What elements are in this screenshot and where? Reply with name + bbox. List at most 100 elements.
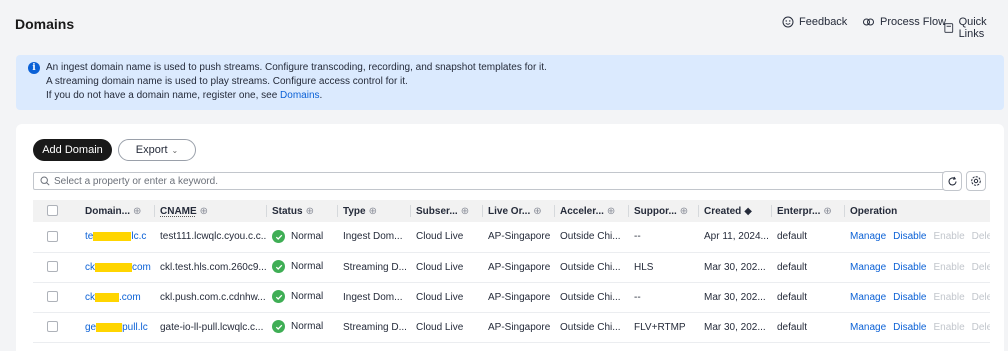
- column-header[interactable]: Type ⊕: [337, 200, 410, 222]
- enterprise-cell: default: [777, 261, 808, 273]
- column-header[interactable]: Enterpr... ⊕: [771, 200, 844, 222]
- column-header[interactable]: Live Or... ⊕: [482, 200, 554, 222]
- status-badge: Normal: [272, 230, 323, 243]
- cname-cell: test111.lcwqlc.cyou.c.c...: [160, 231, 266, 243]
- check-icon: [272, 260, 285, 274]
- manage-button[interactable]: Manage: [850, 262, 886, 273]
- type-cell: Ingest Dom...: [343, 291, 403, 303]
- row-checkbox[interactable]: [47, 231, 58, 243]
- add-domain-button[interactable]: Add Domain: [33, 139, 112, 161]
- support-cell: --: [634, 291, 641, 303]
- support-cell: FLV+RTMP: [634, 321, 686, 333]
- support-cell: --: [634, 231, 641, 243]
- notice-line-streaming: A streaming domain name is used to play …: [46, 76, 408, 87]
- created-cell: Mar 30, 202...: [704, 291, 766, 303]
- column-header: Operation: [844, 200, 990, 222]
- info-icon: i: [28, 62, 40, 74]
- column-header[interactable]: Created ◆: [698, 200, 771, 222]
- domain-link[interactable]: ck com: [85, 262, 151, 273]
- search-icon: [40, 176, 50, 186]
- filter-icon[interactable]: ⊕: [680, 206, 688, 217]
- process-flow-link[interactable]: Process Flow: [862, 16, 946, 28]
- filter-icon[interactable]: ⊕: [533, 206, 541, 217]
- acceleration-cell: Outside Chi...: [560, 291, 621, 303]
- search-bar[interactable]: [33, 172, 945, 190]
- filter-icon[interactable]: ⊕: [133, 206, 141, 217]
- enable-button: Enable: [933, 261, 965, 273]
- notice-line-register: If you do not have a domain name, regist…: [46, 90, 323, 101]
- enable-button: Enable: [933, 231, 965, 243]
- sort-icon[interactable]: ◆: [744, 206, 752, 217]
- type-cell: Streaming D...: [343, 261, 407, 273]
- operations-cell: Manage Disable Enable Delete: [844, 252, 990, 282]
- column-header[interactable]: Acceler... ⊕: [554, 200, 628, 222]
- column-header[interactable]: Subser... ⊕: [410, 200, 482, 222]
- notice-line-ingest: An ingest domain name is used to push st…: [46, 62, 547, 73]
- delete-button: Delete: [971, 231, 990, 243]
- domains-card: Add Domain Export ⌄ Domain...⊕ CNAME⊕ St…: [16, 124, 1004, 351]
- delete-button: Delete: [971, 261, 990, 273]
- filter-icon[interactable]: ⊕: [461, 206, 469, 217]
- quick-links-link[interactable]: Quick Links: [944, 16, 1008, 40]
- enable-button: Enable: [933, 321, 965, 333]
- row-checkbox[interactable]: [47, 261, 58, 273]
- refresh-button[interactable]: [942, 171, 962, 191]
- settings-button[interactable]: [966, 171, 986, 191]
- refresh-icon: [947, 176, 957, 185]
- page-title: Domains: [15, 16, 75, 32]
- column-header[interactable]: Domain... ⊕: [79, 200, 154, 222]
- select-all-checkbox[interactable]: [47, 205, 58, 217]
- redaction: [95, 292, 119, 302]
- quick-links-icon: [944, 23, 954, 33]
- region-cell: AP-Singapore: [488, 231, 551, 243]
- disable-button[interactable]: Disable: [893, 292, 926, 303]
- cname-cell: gate-io-ll-pull.lcwqlc.c...: [160, 321, 264, 333]
- cname-cell: ckl.test.hls.com.260c9...: [160, 261, 266, 273]
- domain-link[interactable]: te lc.c: [85, 231, 146, 242]
- redaction: [96, 322, 123, 332]
- table-row: ck com ckl.test.hls.com.260c9... Normal S…: [33, 252, 990, 282]
- enterprise-cell: default: [777, 291, 808, 303]
- page-header: Domains Feedback Process Flow Quick Link…: [0, 0, 1008, 48]
- disable-button[interactable]: Disable: [893, 262, 926, 273]
- export-button[interactable]: Export ⌄: [118, 139, 196, 161]
- redaction: [95, 262, 132, 272]
- region-cell: AP-Singapore: [488, 321, 551, 333]
- created-cell: Mar 30, 202...: [704, 261, 766, 273]
- domains-link[interactable]: Domains: [280, 90, 319, 101]
- check-icon: [272, 230, 285, 243]
- acceleration-cell: Outside Chi...: [560, 261, 621, 273]
- domain-link[interactable]: ck .com: [85, 292, 141, 303]
- feedback-link[interactable]: Feedback: [782, 16, 847, 28]
- domain-link[interactable]: ge pull.lc: [85, 322, 148, 333]
- table-row: te lc.c test111.lcwqlc.cyou.c.c... Normal…: [33, 222, 990, 252]
- acceleration-cell: Outside Chi...: [560, 231, 621, 243]
- filter-icon[interactable]: ⊕: [823, 206, 831, 217]
- domains-table: Domain... ⊕ CNAME ⊕ Status ⊕ Type ⊕ Subser..…: [33, 200, 990, 343]
- row-checkbox[interactable]: [47, 291, 58, 303]
- region-cell: AP-Singapore: [488, 261, 551, 273]
- check-icon: [272, 290, 285, 304]
- enterprise-cell: default: [777, 321, 808, 333]
- search-input[interactable]: [54, 175, 934, 187]
- filter-icon[interactable]: ⊕: [306, 206, 314, 217]
- table-row: ge pull.lc gate-io-ll-pull.lcwqlc.c... No…: [33, 312, 990, 342]
- column-header[interactable]: Status ⊕: [266, 200, 337, 222]
- filter-icon[interactable]: ⊕: [369, 206, 377, 217]
- export-label: Export: [135, 144, 168, 156]
- row-checkbox[interactable]: [47, 321, 58, 333]
- column-header[interactable]: CNAME ⊕: [154, 200, 266, 222]
- enterprise-cell: default: [777, 231, 808, 243]
- manage-button[interactable]: Manage: [850, 231, 886, 242]
- manage-button[interactable]: Manage: [850, 322, 886, 333]
- disable-button[interactable]: Disable: [893, 231, 926, 242]
- filter-icon[interactable]: ⊕: [200, 206, 208, 217]
- filter-icon[interactable]: ⊕: [607, 206, 615, 217]
- acceleration-cell: Outside Chi...: [560, 321, 621, 333]
- disable-button[interactable]: Disable: [893, 322, 926, 333]
- quick-links-label: Quick Links: [958, 16, 987, 40]
- column-header[interactable]: Suppor... ⊕: [628, 200, 698, 222]
- redaction: [93, 232, 132, 242]
- chevron-down-icon: ⌄: [171, 145, 179, 155]
- manage-button[interactable]: Manage: [850, 292, 886, 303]
